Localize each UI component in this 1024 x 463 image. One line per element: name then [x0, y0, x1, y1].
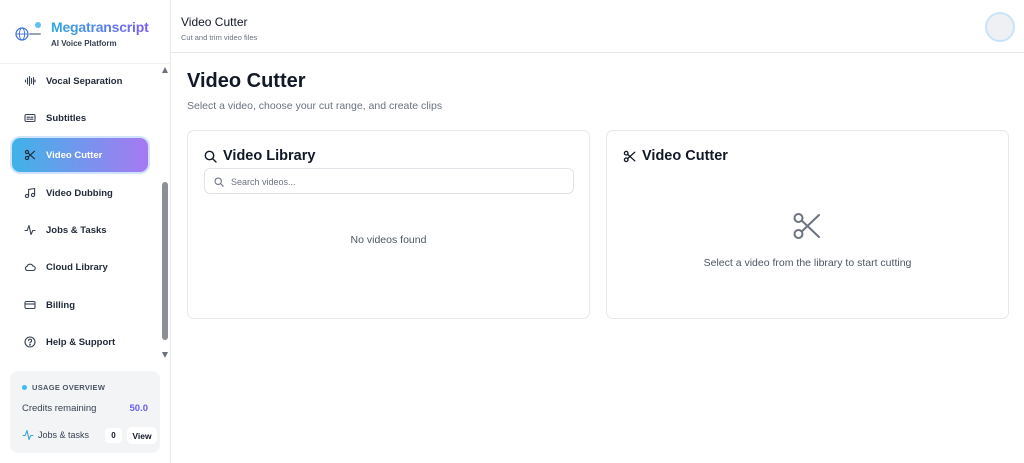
globe-logo-icon	[15, 22, 41, 41]
avatar[interactable]	[985, 12, 1015, 42]
sidebar-item-label: Subtitles	[46, 112, 87, 124]
page-subtitle: Select a video, choose your cut range, a…	[187, 100, 443, 112]
waveform-icon	[20, 71, 40, 91]
sidebar-item-label: Billing	[46, 299, 76, 311]
sidebar: Megatranscript AI Voice Platform Vocal S…	[0, 0, 171, 463]
status-dot-icon	[22, 385, 27, 390]
video-cutter-title: Video Cutter	[642, 148, 728, 164]
usage-overview-panel: USAGE OVERVIEW Credits remaining 50.0 Jo…	[10, 371, 160, 453]
video-library-card: Video Library No videos found	[187, 130, 590, 319]
search-icon	[204, 150, 217, 163]
scroll-down-arrow-icon[interactable]	[162, 352, 168, 358]
music-note-icon	[20, 183, 40, 203]
brand-name: Megatranscript	[51, 19, 149, 35]
select-video-message: Select a video from the library to start…	[703, 257, 912, 269]
video-library-title: Video Library	[223, 148, 316, 164]
brand-subtitle: AI Voice Platform	[51, 39, 117, 48]
sidebar-item-label: Cloud Library	[46, 261, 108, 273]
jobs-tasks-label: Jobs & tasks	[38, 430, 90, 440]
sidebar-item-label: Video Dubbing	[46, 187, 113, 199]
cloud-icon	[20, 257, 40, 277]
subtitles-icon	[20, 108, 40, 128]
brand-header[interactable]: Megatranscript AI Voice Platform	[0, 0, 171, 64]
no-videos-message: No videos found	[350, 234, 427, 246]
jobs-count-badge: 0	[105, 428, 122, 443]
sidebar-item-cloud-library[interactable]: Cloud Library	[12, 250, 148, 284]
usage-overview-title: USAGE OVERVIEW	[32, 383, 106, 392]
sidebar-item-subtitles[interactable]: Subtitles	[12, 101, 148, 135]
scissors-icon	[20, 145, 40, 165]
scrollbar-thumb[interactable]	[162, 182, 168, 340]
sidebar-item-label: Jobs & Tasks	[46, 224, 107, 236]
video-library-header: Video Library	[204, 148, 315, 164]
header-title: Video Cutter	[181, 15, 248, 29]
search-icon	[214, 177, 224, 187]
credits-remaining-value: 50.0	[129, 403, 149, 414]
view-jobs-button[interactable]: View	[127, 427, 157, 444]
video-cutter-card: Video Cutter Select a video from the lib…	[606, 130, 1009, 319]
sidebar-item-label: Help & Support	[46, 336, 116, 348]
sidebar-item-jobs-tasks[interactable]: Jobs & Tasks	[12, 213, 148, 247]
search-box[interactable]	[204, 168, 574, 194]
sidebar-item-billing[interactable]: Billing	[12, 288, 148, 322]
activity-icon	[20, 220, 40, 240]
credit-card-icon	[20, 295, 40, 315]
top-bar: Video Cutter Cut and trim video files	[171, 0, 1024, 53]
sidebar-nav: Vocal Separation Subtitles Video Cutter	[0, 64, 160, 362]
sidebar-item-video-dubbing[interactable]: Video Dubbing	[12, 176, 148, 210]
sidebar-item-video-cutter[interactable]: Video Cutter	[12, 138, 148, 172]
sidebar-item-vocal-separation[interactable]: Vocal Separation	[12, 64, 148, 98]
scissors-icon	[623, 150, 636, 162]
scroll-up-arrow-icon[interactable]	[162, 67, 168, 73]
sidebar-item-help-support[interactable]: Help & Support	[12, 325, 148, 359]
sidebar-item-label: Video Cutter	[46, 149, 103, 161]
help-circle-icon	[20, 332, 40, 352]
sidebar-item-label: Vocal Separation	[46, 75, 123, 87]
page-title: Video Cutter	[187, 70, 306, 92]
header-subtitle: Cut and trim video files	[181, 33, 258, 42]
activity-icon	[22, 429, 34, 441]
search-videos-input[interactable]	[231, 173, 561, 190]
scissors-icon	[793, 213, 820, 239]
credits-remaining-label: Credits remaining	[22, 403, 97, 414]
video-cutter-header: Video Cutter	[623, 148, 728, 164]
